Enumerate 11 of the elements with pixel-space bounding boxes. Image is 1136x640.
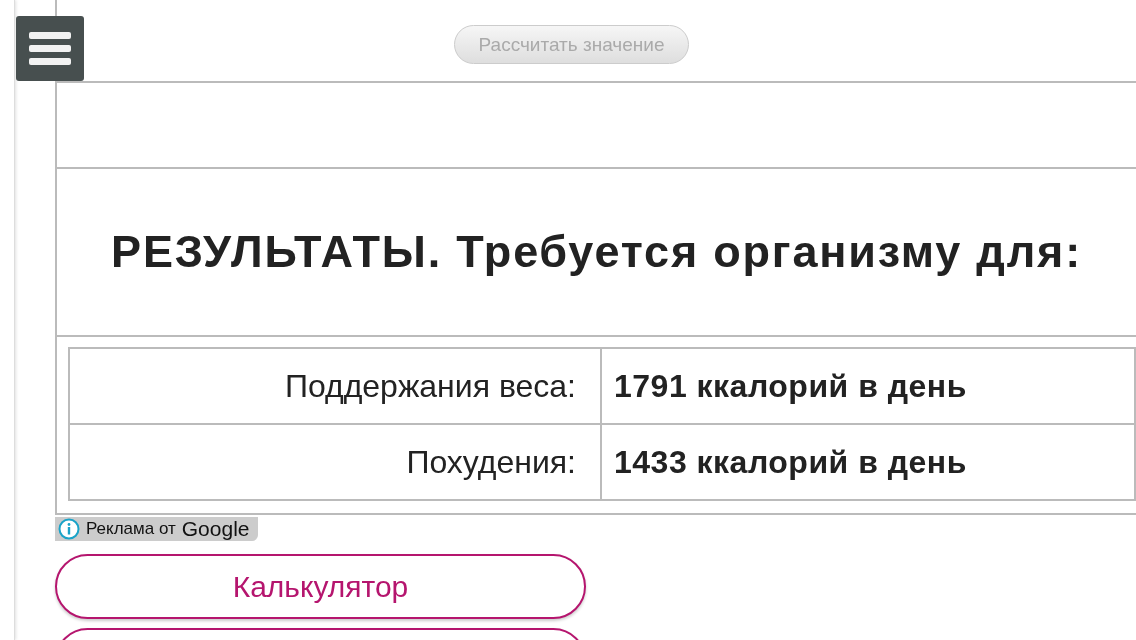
table-cell: Поддержания веса: xyxy=(70,349,602,425)
ad-text: Реклама от xyxy=(86,519,176,539)
table-cell: 1791 ккалорий в день xyxy=(602,349,1134,425)
menu-button[interactable] xyxy=(16,16,84,81)
results-heading: РЕЗУЛЬТАТЫ. Требуется организму для: xyxy=(57,169,1136,337)
table-cell: Похудения: xyxy=(70,425,602,499)
info-icon xyxy=(58,518,80,540)
nav-button[interactable]: Калькулятор xyxy=(55,554,586,619)
table-cell-text: 1433 ккалорий в день xyxy=(613,442,968,482)
ad-label[interactable]: Реклама от Google xyxy=(55,517,258,541)
ad-brand: Google xyxy=(181,517,250,541)
